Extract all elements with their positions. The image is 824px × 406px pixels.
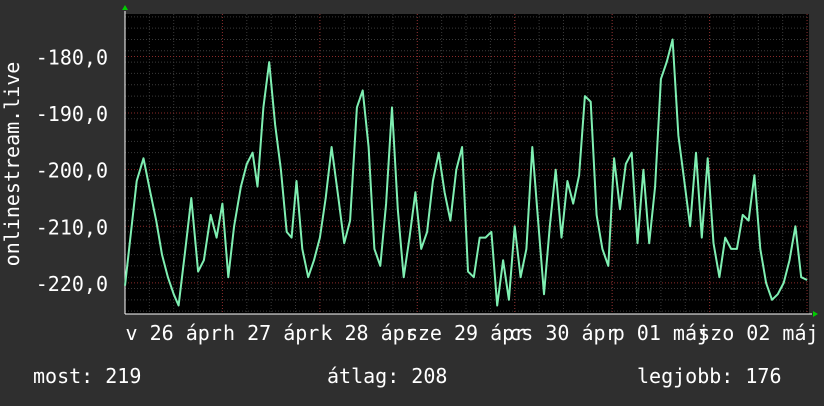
x-tick-label: k 28 ápr [320,321,416,345]
stat-best-value: 176 [745,364,782,388]
stat-now: most: 219 [33,362,141,390]
y-tick-label: -180,0 [36,45,108,69]
stat-average: átlag: 208 [327,362,447,390]
x-axis-arrow [813,311,818,317]
x-tick-label: szo 02 máj [698,321,818,345]
y-axis-arrow [122,5,128,10]
stat-average-label: átlag: [327,364,400,388]
y-tick-label: -190,0 [36,102,108,126]
stats-bar: most: 219 átlag: 208 legjobb: 176 [0,362,824,390]
stat-average-value: 208 [411,364,448,388]
y-axis-label: onlinestream.live [0,62,24,267]
x-tick-label: cs 30 ápr [509,321,617,345]
x-tick-label: v 26 ápr [126,321,222,345]
x-tick-label: p 01 máj [613,321,709,345]
y-tick-label: -200,0 [36,159,108,183]
y-tick-label: -220,0 [36,272,108,296]
line-chart: -180,0 -190,0 -200,0 -210,0 -220,0 v 26 ápr h … [0,0,824,402]
stat-now-label: most: [33,364,94,388]
stat-best-label: legjobb: [637,364,734,388]
stat-best: legjobb: 176 [637,362,782,390]
stat-now-value: 219 [105,364,142,388]
chart-svg: -180,0 -190,0 -200,0 -210,0 -220,0 v 26 ápr h … [0,5,819,345]
y-tick-label: -210,0 [36,215,108,239]
x-tick-label: h 27 ápr [223,321,319,345]
x-tick-label: sze 29 ápr [406,321,526,345]
